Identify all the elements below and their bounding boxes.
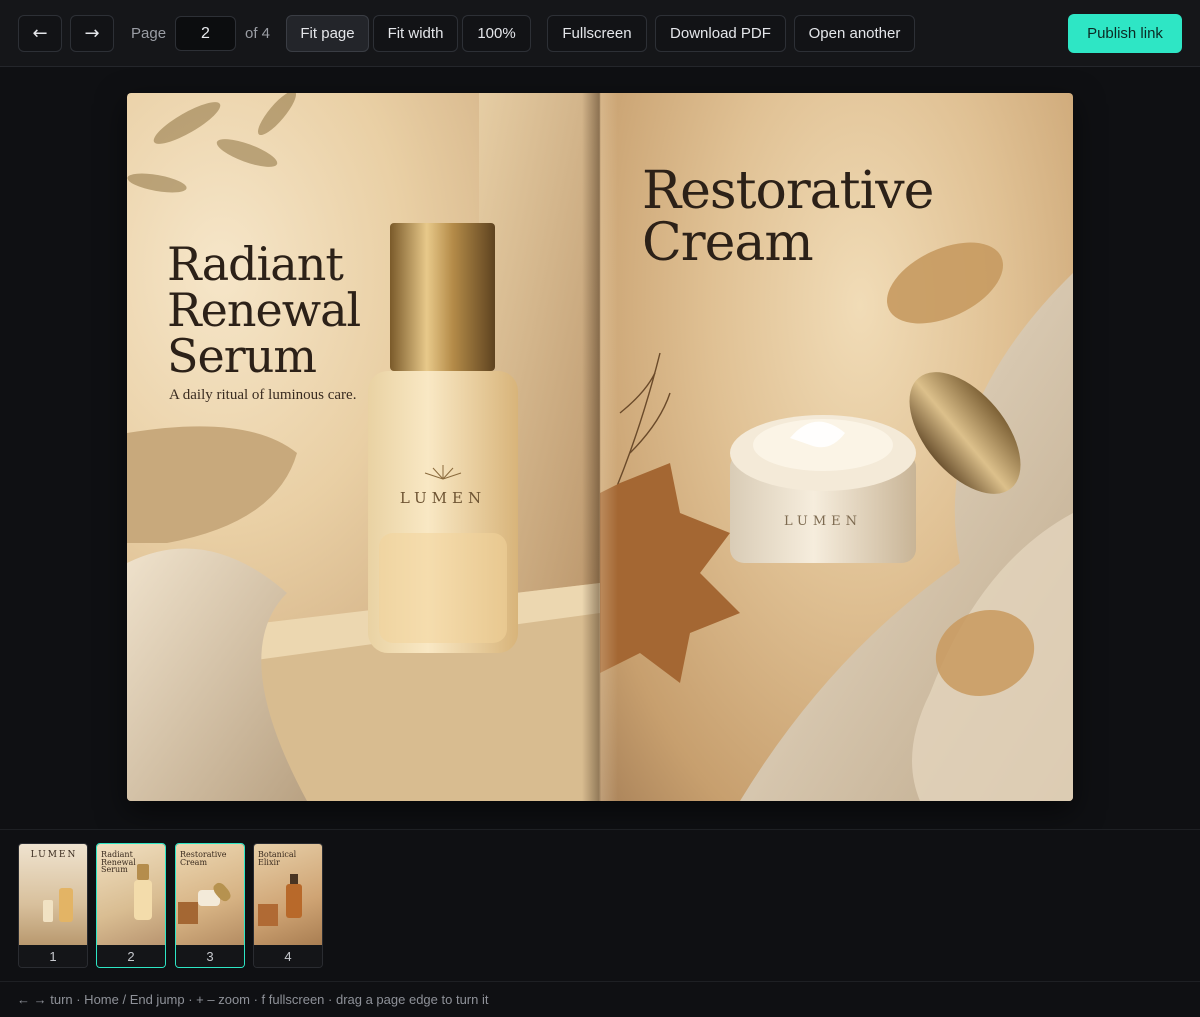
thumbnail-image: Botanical Elixir: [254, 844, 322, 945]
keyboard-hints-text: ← → turn · Home / End jump · + – zoom · …: [17, 992, 489, 1007]
next-page-button[interactable]: →: [70, 15, 114, 52]
thumbnail-number: 3: [176, 945, 244, 967]
pdf-flipbook-viewer: ← → Page of 4 Fit page Fit width 100% Fu…: [0, 0, 1200, 1017]
open-another-button[interactable]: Open another: [794, 15, 915, 52]
publish-link-button[interactable]: Publish link: [1068, 14, 1182, 53]
page-right[interactable]: LUMEN Restorative Cream: [600, 93, 1073, 801]
fullscreen-button[interactable]: Fullscreen: [547, 15, 647, 52]
page-label: Page: [131, 25, 167, 42]
download-pdf-button[interactable]: Download PDF: [655, 15, 786, 52]
thumbnail-page-1[interactable]: LUMEN 1: [18, 843, 88, 968]
thumbnail-image: LUMEN: [19, 844, 87, 945]
arrow-left-icon: ←: [32, 23, 48, 44]
serum-subtitle: A daily ritual of luminous care.: [169, 387, 357, 403]
serum-brand-label: LUMEN: [400, 489, 486, 507]
page-gutter: [582, 93, 618, 801]
thumbnail-number: 4: [254, 945, 322, 967]
thumbnail-page-4[interactable]: Botanical Elixir 4: [253, 843, 323, 968]
thumbnail-strip: LUMEN 1 Radiant Renewal Serum 2 Restorat…: [0, 829, 1200, 980]
toolbar: ← → Page of 4 Fit page Fit width 100% Fu…: [0, 0, 1200, 67]
zoom-100-button[interactable]: 100%: [462, 15, 531, 52]
page-spread[interactable]: LUMEN Radiant Renewal Serum A daily ritu…: [127, 93, 1073, 801]
thumbnail-number: 2: [97, 945, 165, 967]
serum-title: Radiant Renewal Serum: [167, 237, 361, 383]
cream-brand-label: LUMEN: [784, 514, 862, 529]
page-count-label: of 4: [245, 25, 271, 42]
thumbnail-page-3[interactable]: Restorative Cream 3: [175, 843, 245, 968]
serum-product-image: LUMEN: [127, 93, 600, 801]
arrow-right-icon: →: [84, 23, 100, 44]
thumbnail-number: 1: [19, 945, 87, 967]
page-number-input[interactable]: [175, 16, 236, 51]
fit-width-button[interactable]: Fit width: [373, 15, 458, 52]
cream-title: Restorative Cream: [642, 161, 934, 273]
fit-page-button[interactable]: Fit page: [286, 15, 369, 52]
previous-page-button[interactable]: ←: [18, 15, 62, 52]
thumbnail-image: Radiant Renewal Serum: [97, 844, 165, 945]
page-left[interactable]: LUMEN Radiant Renewal Serum A daily ritu…: [127, 93, 600, 801]
keyboard-hints: ← → turn · Home / End jump · + – zoom · …: [0, 981, 1200, 1017]
thumbnail-page-2[interactable]: Radiant Renewal Serum 2: [96, 843, 166, 968]
thumbnail-image: Restorative Cream: [176, 844, 244, 945]
document-viewer[interactable]: LUMEN Radiant Renewal Serum A daily ritu…: [0, 68, 1200, 828]
